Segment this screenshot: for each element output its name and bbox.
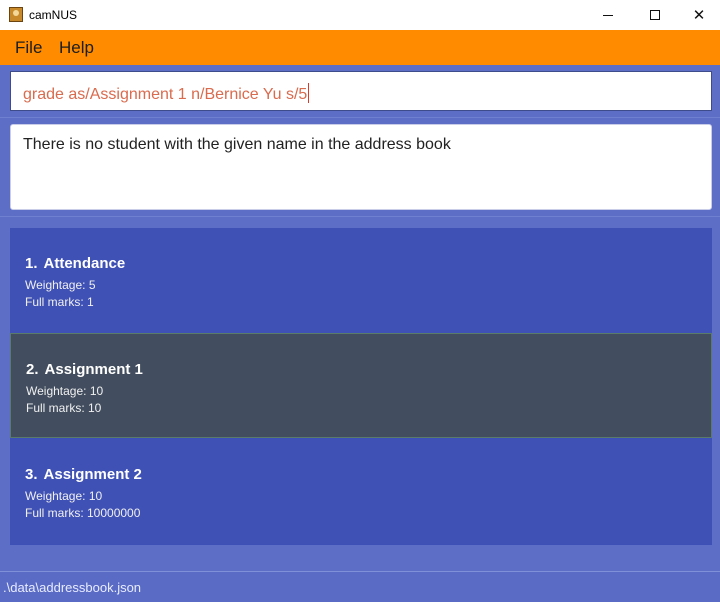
data-file-path: .\data\addressbook.json: [3, 580, 142, 595]
command-text: grade as/Assignment 1 n/Bernice Yu s/5: [23, 83, 310, 104]
maximize-button[interactable]: [632, 0, 678, 30]
close-icon: ✕: [692, 5, 706, 24]
assignment-index: 1.: [25, 255, 38, 272]
assignment-title: 3. Assignment 2: [25, 466, 142, 483]
result-display[interactable]: There is no student with the given name …: [10, 124, 712, 210]
divider: [0, 216, 720, 217]
text-caret: [308, 83, 310, 103]
assignment-full-marks: Full marks: 1: [25, 295, 94, 309]
assignment-title: 2. Assignment 1: [26, 361, 143, 378]
assignment-name: Attendance: [43, 255, 126, 272]
close-button[interactable]: ✕: [676, 0, 720, 30]
assignment-card[interactable]: 1. Attendance Weightage: 5 Full marks: 1: [10, 228, 712, 333]
minimize-button[interactable]: [585, 0, 631, 30]
minimize-icon: [603, 14, 613, 16]
assignment-full-marks: Full marks: 10000000: [25, 506, 141, 520]
assignment-weightage: Weightage: 10: [26, 384, 104, 398]
result-message: There is no student with the given name …: [23, 136, 451, 153]
divider: [0, 117, 720, 118]
command-input[interactable]: grade as/Assignment 1 n/Bernice Yu s/5: [10, 71, 712, 111]
title-bar: camNUS ✕: [0, 0, 720, 30]
status-bar: .\data\addressbook.json: [0, 571, 720, 602]
assignment-full-marks: Full marks: 10: [26, 401, 102, 415]
assignment-index: 2.: [26, 361, 39, 378]
assignment-index: 3.: [25, 466, 38, 483]
maximize-icon: [650, 10, 660, 20]
assignment-card-selected[interactable]: 2. Assignment 1 Weightage: 10 Full marks:…: [10, 333, 712, 438]
assignment-card[interactable]: 3. Assignment 2 Weightage: 10 Full marks:…: [10, 439, 712, 544]
assignment-name: Assignment 1: [44, 361, 143, 378]
menu-file[interactable]: File: [15, 38, 42, 58]
assignment-weightage: Weightage: 10: [25, 489, 103, 503]
assignment-weightage: Weightage: 5: [25, 278, 96, 292]
command-value: grade as/Assignment 1 n/Bernice Yu s/5: [23, 86, 308, 103]
app-icon: [9, 7, 23, 22]
assignment-title: 1. Attendance: [25, 255, 125, 272]
assignment-list[interactable]: 1. Attendance Weightage: 5 Full marks: 1 …: [10, 228, 712, 545]
window-title: camNUS: [29, 8, 78, 22]
menu-bar: File Help: [0, 30, 720, 65]
assignment-name: Assignment 2: [43, 466, 142, 483]
menu-help[interactable]: Help: [59, 38, 94, 58]
